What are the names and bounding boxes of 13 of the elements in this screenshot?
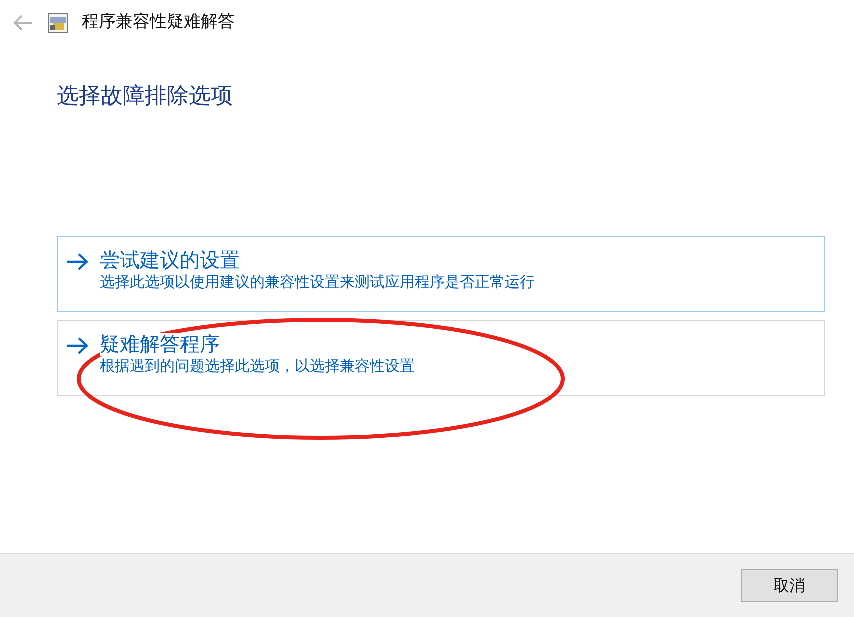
back-button[interactable] [12, 14, 34, 32]
option-button[interactable]: 疑难解答程序 根据遇到的问题选择此选项，以选择兼容性设置 [57, 320, 825, 396]
option-description: 根据遇到的问题选择此选项，以选择兼容性设置 [100, 356, 415, 378]
app-icon [48, 13, 68, 33]
cancel-button[interactable]: 取消 [741, 569, 838, 602]
option-button[interactable]: 尝试建议的设置 选择此选项以使用建议的兼容性设置来测试应用程序是否正常运行 [57, 236, 825, 312]
page-heading: 选择故障排除选项 [57, 84, 234, 110]
option-description: 选择此选项以使用建议的兼容性设置来测试应用程序是否正常运行 [100, 272, 535, 294]
option-title: 疑难解答程序 [100, 333, 220, 356]
option-title: 尝试建议的设置 [100, 249, 240, 272]
arrow-icon [66, 337, 90, 356]
arrow-icon [66, 253, 90, 272]
window-title: 程序兼容性疑难解答 [82, 11, 235, 34]
